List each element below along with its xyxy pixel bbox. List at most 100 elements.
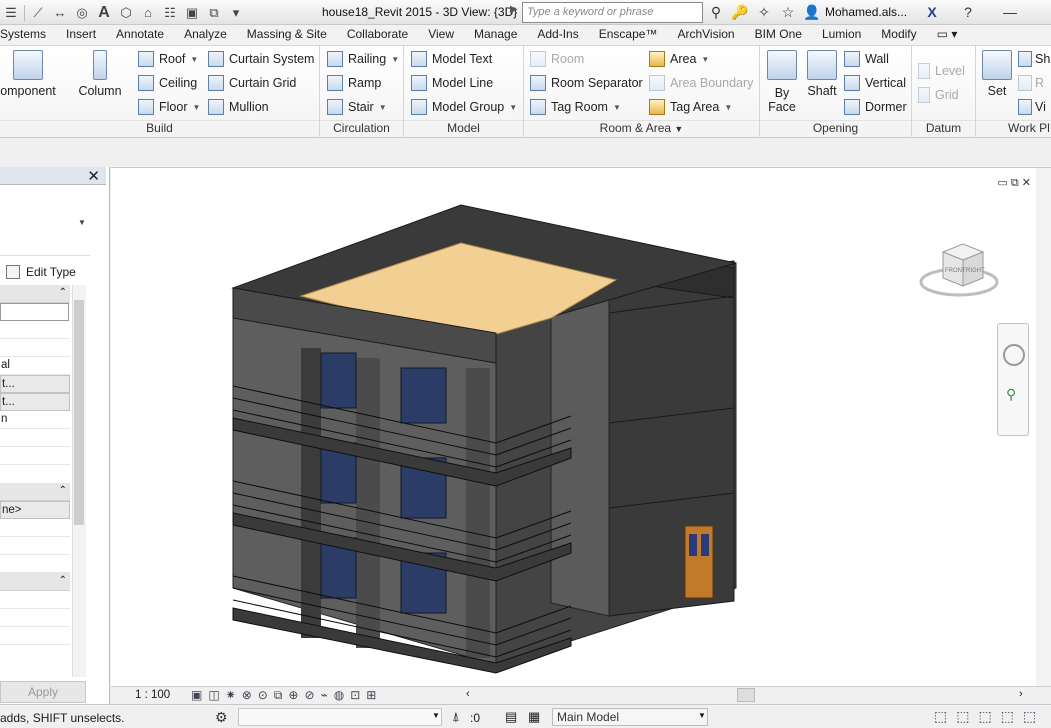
- property-row[interactable]: [0, 591, 70, 609]
- tag-area-button[interactable]: Tag Area ▼: [649, 99, 732, 115]
- roof-button[interactable]: Roof ▼: [138, 51, 198, 67]
- tag-icon[interactable]: ◎: [71, 2, 93, 24]
- property-row[interactable]: [0, 537, 70, 555]
- component-button[interactable]: omponent: [0, 50, 60, 98]
- user-name[interactable]: Mohamed.als...: [825, 5, 907, 19]
- property-group[interactable]: ⌃: [0, 573, 70, 591]
- grid-button[interactable]: Grid: [918, 87, 959, 103]
- scroll-left-icon[interactable]: ‹: [466, 688, 470, 700]
- room-separator-button[interactable]: Room Separator: [530, 75, 643, 91]
- tab-collaborate[interactable]: Collaborate: [337, 25, 418, 45]
- show-button[interactable]: Sh: [1018, 51, 1050, 67]
- exchange-apps-icon[interactable]: X: [922, 2, 942, 22]
- model-select[interactable]: Main Model: [552, 708, 708, 726]
- dormer-button[interactable]: Dormer: [844, 99, 907, 115]
- type-selector[interactable]: [0, 186, 90, 256]
- model-line-button[interactable]: Model Line: [411, 75, 493, 91]
- tab-enscape[interactable]: Enscape™: [589, 25, 668, 45]
- stair-button[interactable]: Stair ▼: [327, 99, 387, 115]
- favorites-icon[interactable]: ☆: [778, 2, 798, 22]
- tab-annotate[interactable]: Annotate: [106, 25, 174, 45]
- close-hidden-icon[interactable]: ▣: [181, 2, 203, 24]
- chevron-down-icon[interactable]: ▼: [78, 218, 86, 227]
- property-row[interactable]: n: [0, 411, 70, 429]
- tab-massing-site[interactable]: Massing & Site: [237, 25, 337, 45]
- chevron-down-icon[interactable]: ▼: [432, 711, 440, 720]
- railing-button[interactable]: Railing ▼: [327, 51, 399, 67]
- floor-button[interactable]: Floor ▼: [138, 99, 200, 115]
- minimize-icon[interactable]: —: [1000, 2, 1020, 22]
- tab-bim-one[interactable]: BIM One: [745, 25, 812, 45]
- property-row[interactable]: [0, 627, 70, 645]
- menu-icon[interactable]: ☰: [0, 2, 22, 24]
- property-row[interactable]: [0, 321, 70, 339]
- property-row[interactable]: [0, 303, 69, 321]
- text-icon[interactable]: A: [93, 2, 115, 24]
- search-input[interactable]: Type a keyword or phrase: [522, 2, 703, 23]
- active-workset-icon[interactable]: ▦: [528, 709, 540, 725]
- view-scale[interactable]: 1 : 100: [135, 689, 170, 701]
- help-icon[interactable]: ?: [958, 2, 978, 22]
- communication-icon[interactable]: ✧: [754, 2, 774, 22]
- worksharing-icon[interactable]: ⚙: [215, 709, 228, 726]
- subscription-icon[interactable]: 🔑: [730, 2, 750, 22]
- ribbon-options-icon[interactable]: ▭ ▾: [927, 25, 968, 45]
- switch-windows-icon[interactable]: ⧉: [203, 2, 225, 24]
- scroll-right-icon[interactable]: ›: [1019, 688, 1023, 700]
- steering-wheel-icon[interactable]: [1003, 344, 1025, 366]
- property-group[interactable]: ⌃: [0, 285, 70, 303]
- curtain-system-button[interactable]: Curtain System: [208, 51, 314, 67]
- ramp-button[interactable]: Ramp: [327, 75, 381, 91]
- zoom-icon[interactable]: ⚲: [1006, 386, 1016, 403]
- property-row[interactable]: [0, 555, 70, 573]
- vertical-opening-button[interactable]: Vertical: [844, 75, 906, 91]
- tab-lumion[interactable]: Lumion: [812, 25, 871, 45]
- tag-room-button[interactable]: Tag Room ▼: [530, 99, 621, 115]
- ceiling-button[interactable]: Ceiling: [138, 75, 197, 91]
- set-button[interactable]: Set: [980, 50, 1014, 98]
- measure-icon[interactable]: ⟋: [27, 2, 49, 24]
- model-text-button[interactable]: Model Text: [411, 51, 492, 67]
- room-button[interactable]: Room: [530, 51, 584, 67]
- section-icon[interactable]: ⌂: [137, 2, 159, 24]
- binoculars-icon[interactable]: ⚲: [706, 2, 726, 22]
- wall-opening-button[interactable]: Wall: [844, 51, 889, 67]
- vertical-scrollbar[interactable]: [1036, 168, 1051, 687]
- dimension-icon[interactable]: ↔: [49, 2, 71, 24]
- building-model[interactable]: [111, 168, 1036, 687]
- edit-type-button[interactable]: Edit Type: [6, 262, 76, 282]
- level-button[interactable]: Level: [918, 63, 965, 79]
- property-row-button[interactable]: t...: [0, 375, 70, 393]
- tab-systems[interactable]: Systems: [0, 25, 56, 45]
- column-button[interactable]: Column: [74, 50, 126, 98]
- viewer-button[interactable]: Vi: [1018, 99, 1046, 115]
- tab-insert[interactable]: Insert: [56, 25, 106, 45]
- tab-analyze[interactable]: Analyze: [174, 25, 237, 45]
- chevron-down-icon[interactable]: ▼: [698, 711, 706, 720]
- property-row[interactable]: [0, 447, 70, 465]
- tab-manage[interactable]: Manage: [464, 25, 527, 45]
- area-boundary-button[interactable]: Area Boundary: [649, 75, 753, 91]
- tab-add-ins[interactable]: Add-Ins: [527, 25, 588, 45]
- property-row[interactable]: [0, 339, 70, 357]
- apply-button[interactable]: Apply: [0, 681, 86, 703]
- thin-lines-icon[interactable]: ☷: [159, 2, 181, 24]
- by-face-button[interactable]: By Face: [764, 50, 800, 114]
- 3d-view-icon[interactable]: ⬡: [115, 2, 137, 24]
- customize-icon[interactable]: ▾: [225, 2, 247, 24]
- view-controls-icons[interactable]: ▣◫✷⊗⊙⧉⊕⊘⌁◍⊡⊞: [191, 688, 382, 703]
- 3d-view-canvas[interactable]: ▭ ⧉ ✕ FRONT RIGHT ⚲: [111, 167, 1051, 687]
- area-button[interactable]: Area ▼: [649, 51, 709, 67]
- property-row-button[interactable]: t...: [0, 393, 70, 411]
- tab-archvision[interactable]: ArchVision: [667, 25, 744, 45]
- close-icon[interactable]: ✕: [87, 167, 100, 185]
- user-icon[interactable]: 👤: [802, 2, 822, 22]
- property-row-button[interactable]: ne>: [0, 501, 70, 519]
- ref-plane-button[interactable]: R: [1018, 75, 1044, 91]
- selection-option-icons[interactable]: ⬚⬚⬚⬚⬚: [934, 708, 1045, 725]
- property-group[interactable]: ⌃: [0, 483, 70, 501]
- property-row[interactable]: [0, 429, 70, 447]
- property-row[interactable]: [0, 609, 70, 627]
- model-group-button[interactable]: Model Group ▼: [411, 99, 517, 115]
- tab-modify[interactable]: Modify: [871, 25, 926, 45]
